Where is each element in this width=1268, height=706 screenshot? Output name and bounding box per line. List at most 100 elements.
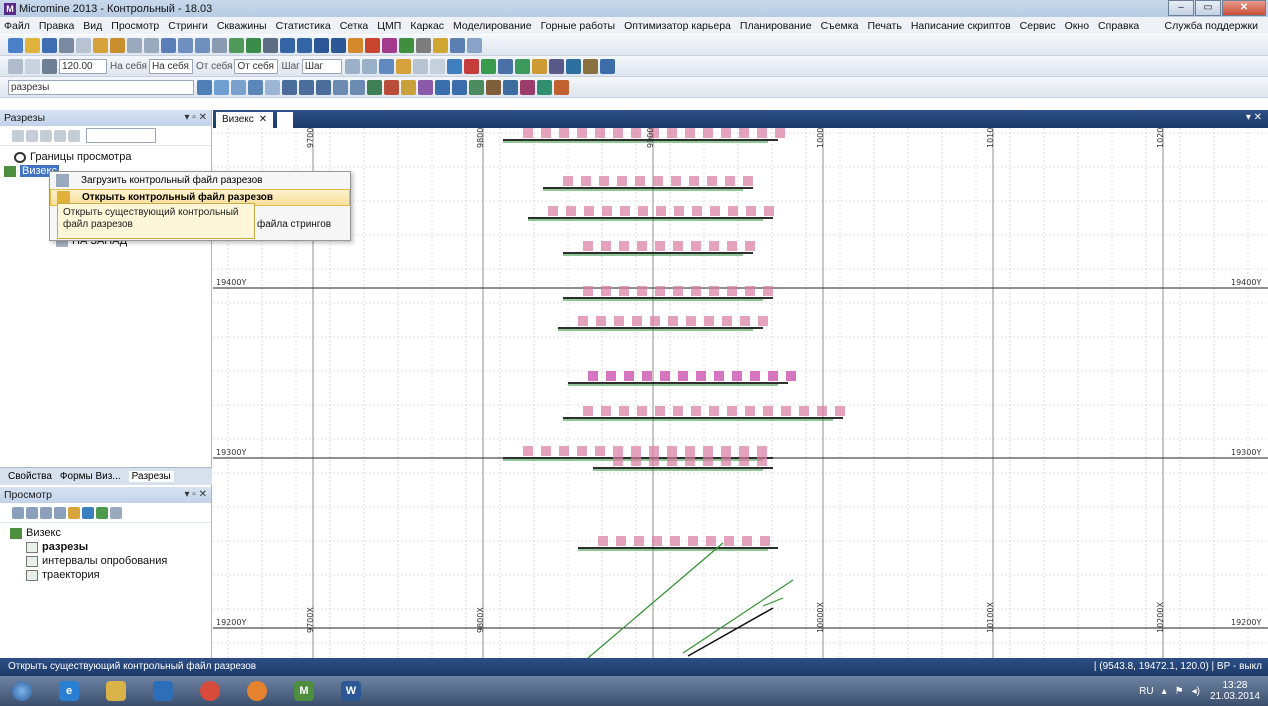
view-tree-sections[interactable]: разрезы bbox=[26, 540, 211, 554]
menu-strings[interactable]: Стринги bbox=[168, 20, 208, 32]
app-icon[interactable]: M bbox=[4, 2, 16, 15]
refresh-icon[interactable] bbox=[399, 37, 414, 53]
word-taskbar-button[interactable]: W bbox=[329, 677, 373, 705]
rectangle-icon[interactable] bbox=[282, 79, 297, 95]
view-refresh-icon[interactable] bbox=[96, 506, 108, 519]
menu-support[interactable]: Служба поддержки bbox=[1165, 20, 1258, 32]
menu-pit-optimiser[interactable]: Оптимизатор карьера bbox=[624, 20, 731, 32]
tab-vizex[interactable]: Визекс ✕ bbox=[216, 112, 274, 128]
target-icon[interactable] bbox=[42, 58, 57, 74]
settings-icon[interactable] bbox=[416, 37, 431, 53]
redo-icon[interactable] bbox=[144, 37, 159, 53]
legend-icon[interactable] bbox=[382, 37, 397, 53]
cut-icon[interactable] bbox=[76, 37, 91, 53]
add-section-icon[interactable] bbox=[12, 129, 24, 142]
export-icon[interactable] bbox=[554, 79, 569, 95]
view-panel-pin-close-icon[interactable]: ▾ ▫ ✕ bbox=[185, 487, 208, 503]
menu-wireframe[interactable]: Каркас bbox=[410, 20, 444, 32]
move-section-icon[interactable] bbox=[54, 129, 66, 142]
assay-icon[interactable] bbox=[463, 58, 479, 74]
dimension-icon[interactable] bbox=[469, 79, 484, 95]
next-section-icon[interactable] bbox=[361, 58, 377, 74]
pan-icon[interactable] bbox=[212, 37, 227, 53]
polygon-icon[interactable] bbox=[316, 79, 331, 95]
media-taskbar-button[interactable] bbox=[141, 677, 185, 705]
offset-icon[interactable] bbox=[333, 79, 348, 95]
copy-icon[interactable] bbox=[93, 37, 108, 53]
view-color-icon[interactable] bbox=[68, 506, 80, 519]
toward-select[interactable]: На себя bbox=[148, 58, 193, 74]
chart-icon[interactable] bbox=[314, 37, 329, 53]
step-select[interactable]: Шаг bbox=[301, 58, 342, 74]
join-icon[interactable] bbox=[231, 79, 246, 95]
paste-icon[interactable] bbox=[110, 37, 125, 53]
network-icon[interactable]: ⚑ bbox=[1175, 686, 1184, 697]
chrome-taskbar-button[interactable] bbox=[188, 677, 232, 705]
select-icon[interactable] bbox=[161, 37, 176, 53]
checkbox-checked-icon[interactable] bbox=[26, 555, 38, 567]
document-menu-icon[interactable]: ▾ ✕ bbox=[1246, 112, 1262, 123]
measure-icon[interactable] bbox=[263, 37, 278, 53]
move-icon[interactable] bbox=[367, 79, 382, 95]
tab-vizex-forms[interactable]: Формы Виз... bbox=[60, 471, 121, 482]
contour-icon[interactable] bbox=[486, 79, 501, 95]
start-button[interactable] bbox=[0, 677, 44, 705]
tab-new[interactable] bbox=[277, 112, 294, 128]
north-icon[interactable] bbox=[25, 58, 40, 74]
split-icon[interactable] bbox=[248, 79, 263, 95]
profile-icon[interactable] bbox=[503, 79, 518, 95]
new-file-icon[interactable] bbox=[8, 37, 23, 53]
tab-sections[interactable]: Разрезы bbox=[128, 471, 174, 482]
explorer-taskbar-button[interactable] bbox=[94, 677, 138, 705]
menu-scripting[interactable]: Написание скриптов bbox=[911, 20, 1011, 32]
palette-icon[interactable] bbox=[365, 37, 380, 53]
undo-icon[interactable] bbox=[127, 37, 142, 53]
menu-dtm[interactable]: ЦМП bbox=[377, 20, 401, 32]
tray-expand-icon[interactable]: ▴ bbox=[1162, 686, 1167, 697]
menu-item-load-section-control-file[interactable]: Загрузить контрольный файл разрезов bbox=[50, 172, 350, 189]
menu-browse[interactable]: Просмотр bbox=[111, 20, 159, 32]
rename-section-icon[interactable] bbox=[40, 129, 52, 142]
axis-icon[interactable] bbox=[8, 58, 23, 74]
section-icon[interactable] bbox=[378, 58, 394, 74]
volume-icon[interactable]: ◂) bbox=[1192, 686, 1200, 697]
lock-icon[interactable] bbox=[433, 37, 448, 53]
minimize-button[interactable]: – bbox=[1168, 0, 1194, 16]
view-settings-icon[interactable] bbox=[110, 506, 122, 519]
table-icon[interactable] bbox=[331, 37, 346, 53]
layers-icon[interactable] bbox=[246, 37, 261, 53]
menu-window[interactable]: Окно bbox=[1065, 20, 1089, 32]
tab-properties[interactable]: Свойства bbox=[8, 471, 52, 482]
print-icon[interactable] bbox=[59, 37, 74, 53]
firefox-taskbar-button[interactable] bbox=[235, 677, 279, 705]
clip-icon[interactable] bbox=[412, 58, 428, 74]
validate-icon[interactable] bbox=[537, 79, 552, 95]
prev-section-icon[interactable] bbox=[344, 58, 360, 74]
digitize-icon[interactable] bbox=[214, 79, 229, 95]
edit-icon[interactable] bbox=[197, 79, 212, 95]
view-tree-vizex[interactable]: Визекс bbox=[10, 526, 211, 540]
save-icon[interactable] bbox=[42, 37, 57, 53]
maximize-button[interactable]: ▭ bbox=[1195, 0, 1221, 16]
link-icon[interactable] bbox=[582, 58, 598, 74]
delete-section-icon[interactable] bbox=[26, 129, 38, 142]
view-remove-icon[interactable] bbox=[26, 506, 38, 519]
copy-section-icon[interactable] bbox=[68, 129, 80, 142]
snap-icon[interactable] bbox=[384, 79, 399, 95]
menu-planning[interactable]: Планирование bbox=[740, 20, 812, 32]
ie-taskbar-button[interactable]: e bbox=[47, 677, 91, 705]
checkbox-checked-icon[interactable] bbox=[26, 541, 38, 553]
vizex-canvas[interactable]: 9700X 9800X 9900X 10000X 10100X 10200X 9… bbox=[213, 128, 1268, 658]
menu-drillholes[interactable]: Скважины bbox=[217, 20, 267, 32]
menu-view[interactable]: Вид bbox=[83, 20, 102, 32]
shape-icon[interactable] bbox=[531, 58, 547, 74]
extract-icon[interactable] bbox=[429, 58, 445, 74]
cube-icon[interactable] bbox=[450, 37, 465, 53]
label-icon[interactable] bbox=[452, 79, 467, 95]
report-icon[interactable] bbox=[599, 58, 615, 74]
volume-icon[interactable] bbox=[520, 79, 535, 95]
drill-icon[interactable] bbox=[446, 58, 462, 74]
menu-print[interactable]: Печать bbox=[867, 20, 901, 32]
micromine-taskbar-button[interactable]: M bbox=[282, 677, 326, 705]
distance-input[interactable]: 120.00 bbox=[59, 58, 107, 74]
